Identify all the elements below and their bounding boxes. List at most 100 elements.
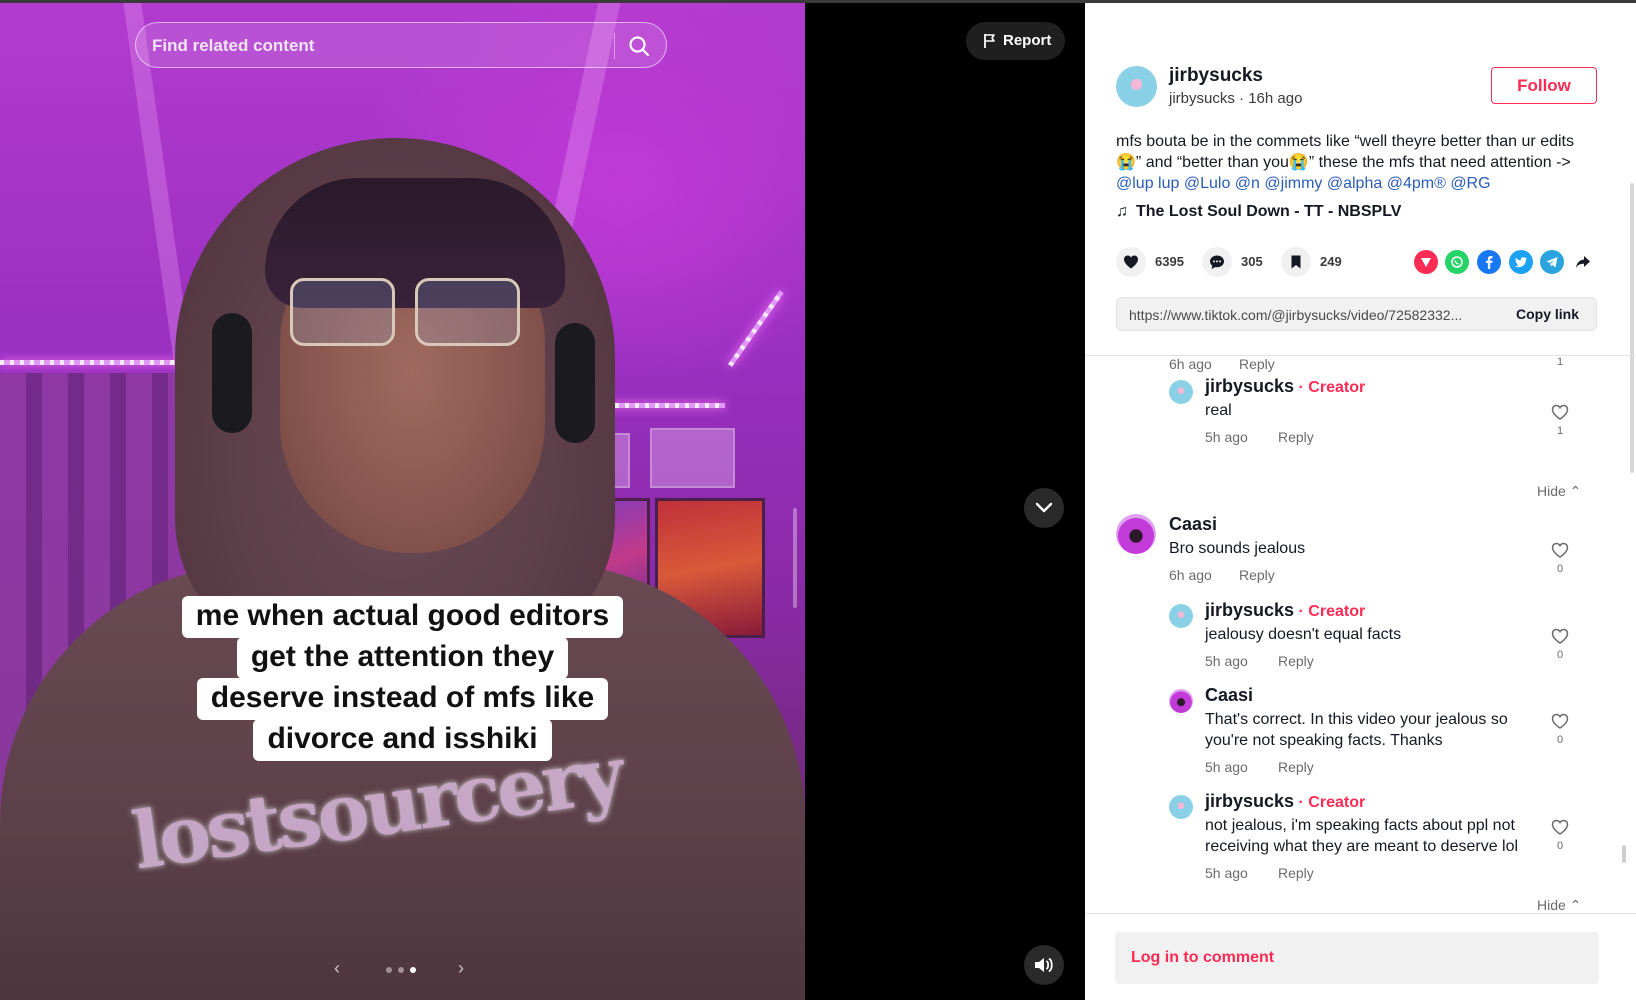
heart-icon [1551,404,1569,420]
hide-replies-button[interactable]: Hide ⌃ [1537,897,1581,913]
follow-button[interactable]: Follow [1491,67,1597,104]
music-note-icon: ♫ [1116,203,1128,220]
report-button[interactable]: Report [966,22,1065,60]
commenter-avatar[interactable] [1169,689,1193,713]
comment-button[interactable] [1202,247,1232,277]
mention-link[interactable]: @alpha [1327,175,1382,192]
comment-reply: jirbysucks · Creator not jealous, i'm sp… [1085,791,1636,883]
next-photo-icon[interactable]: › [458,958,464,979]
comment-like[interactable]: 0 [1549,819,1571,852]
twitter-icon[interactable] [1509,250,1533,274]
comment-text: jealousy doesn't equal facts [1205,626,1402,643]
telegram-icon[interactable] [1540,250,1564,274]
led-strip [727,290,784,367]
search-divider [614,33,615,59]
mention-link[interactable]: @n [1235,175,1260,192]
photo-dot[interactable] [386,967,392,973]
photo-slide[interactable]: lostsourcery me when actual good editors… [0,3,805,1000]
heart-icon [1551,819,1569,835]
reply-button[interactable]: Reply [1278,865,1314,881]
comment-like[interactable]: 1 [1549,404,1571,437]
author-name[interactable]: jirbysucks [1169,65,1263,87]
caption-line: get the attention they [236,637,569,679]
flag-icon [982,33,998,49]
hide-replies-button[interactable]: Hide ⌃ [1537,483,1581,500]
music-title: The Lost Soul Down - TT - NBSPLV [1136,203,1402,220]
creator-badge: · Creator [1294,379,1366,396]
forward-icon[interactable] [1571,250,1595,274]
comment-footer: Log in to comment [1085,913,1636,1000]
commenter-name[interactable]: Caasi [1169,514,1217,535]
mention-link[interactable]: @RG [1450,175,1490,192]
headphone-right [555,323,595,443]
comment-like[interactable]: 1 [1549,356,1571,368]
photo-dot-active[interactable] [410,967,416,973]
author-handle[interactable]: jirbysucks [1169,90,1235,107]
next-video-button[interactable] [1024,488,1064,528]
like-count: 1 [1556,425,1564,437]
tiktok-share-icon[interactable] [1414,250,1438,274]
comment-item: Caasi Bro sounds jealous 6h ago Reply 0 [1085,514,1636,584]
search-icon[interactable] [627,34,651,58]
post-time: 16h ago [1248,90,1303,107]
comment-like[interactable]: 0 [1549,713,1571,746]
copy-link-button[interactable]: Copy link [1516,306,1579,322]
creator-badge: · Creator [1294,794,1366,811]
music-link[interactable]: ♫ The Lost Soul Down - TT - NBSPLV [1116,203,1401,221]
glasses [290,278,520,348]
volume-button[interactable] [1024,945,1064,985]
heart-icon [1551,628,1569,644]
description-text: mfs bouta be in the commets like “well t… [1116,133,1574,171]
prev-photo-icon[interactable]: ‹ [334,958,340,979]
commenter-avatar[interactable] [1169,604,1193,628]
mention-link[interactable]: @jimmy [1264,175,1322,192]
post-description: mfs bouta be in the commets like “well t… [1116,131,1596,194]
facebook-icon[interactable] [1477,250,1501,274]
mention-link[interactable]: @4pm® [1387,175,1446,192]
commenter-avatar[interactable] [1169,795,1193,819]
save-button[interactable] [1281,247,1311,277]
caption-line: me when actual good editors [181,596,624,638]
commenter-avatar[interactable] [1116,514,1156,554]
headphone-left [212,313,252,433]
share-link-url[interactable]: https://www.tiktok.com/@jirbysucks/video… [1129,307,1489,323]
like-count: 0 [1556,840,1564,852]
like-button[interactable] [1116,247,1146,277]
action-bar: 6395 305 249 [1116,247,1616,281]
mention-link[interactable]: @lup lup [1116,175,1179,192]
reply-button[interactable]: Reply [1278,653,1314,669]
mention-link[interactable]: @Lulo [1184,175,1231,192]
video-scroll-indicator[interactable] [793,508,797,608]
commenter-avatar[interactable] [1169,380,1193,404]
login-to-comment-button[interactable]: Log in to comment [1115,932,1599,984]
like-count: 0 [1556,734,1564,746]
comment-icon [1210,255,1224,269]
top-border [0,0,1636,3]
comment-text: Bro sounds jealous [1169,540,1306,557]
comment-text: real [1205,402,1232,419]
comment-like[interactable]: 0 [1549,628,1571,661]
whatsapp-icon[interactable] [1445,250,1469,274]
commenter-name[interactable]: jirbysucks · Creator [1205,791,1365,812]
commenter-name[interactable]: jirbysucks · Creator [1205,376,1365,397]
commenter-name[interactable]: jirbysucks · Creator [1205,600,1365,621]
photo-dot[interactable] [398,967,404,973]
comment-like[interactable]: 0 [1549,542,1571,575]
search-input[interactable]: Find related content [135,22,667,68]
video-caption: me when actual good editors get the atte… [175,596,630,761]
comment-reply: jirbysucks · Creator real 5h ago Reply 1 [1085,376,1636,471]
author-meta: jirbysucks · 16h ago [1169,90,1302,107]
commenter-name[interactable]: Caasi [1205,685,1253,706]
details-panel: jirbysucks jirbysucks · 16h ago Follow m… [1085,3,1636,1000]
comment-count: 305 [1241,254,1263,269]
reply-button[interactable]: Reply [1239,356,1275,372]
comment-reply: Caasi That's correct. In this video your… [1085,685,1636,777]
reply-button[interactable]: Reply [1239,567,1275,583]
reply-button[interactable]: Reply [1278,429,1314,445]
author-avatar[interactable] [1116,66,1157,107]
reply-button[interactable]: Reply [1278,759,1314,775]
like-count: 0 [1556,563,1564,575]
heart-icon [1551,542,1569,558]
creator-badge: · Creator [1294,603,1366,620]
comments-scrollbar[interactable] [1622,845,1626,863]
